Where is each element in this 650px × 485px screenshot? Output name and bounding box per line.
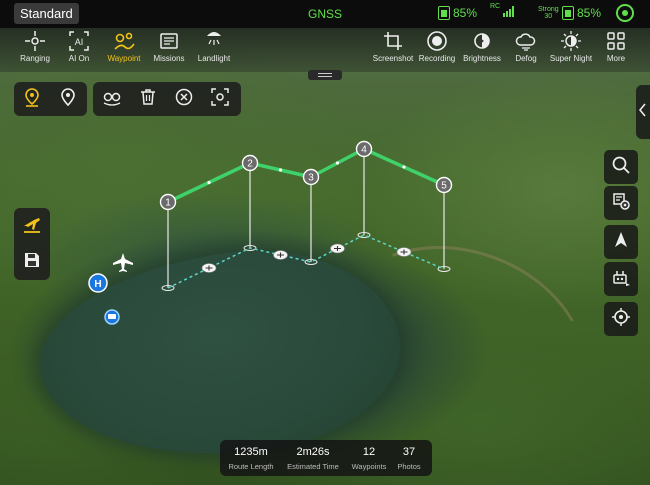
more-button[interactable]: More: [590, 30, 642, 63]
add-waypoint-button[interactable]: [19, 86, 45, 112]
rc-battery-value: 85%: [453, 6, 478, 20]
estimated-time-label: Estimated Time: [287, 462, 339, 471]
ranging-label: Ranging: [20, 54, 50, 63]
save-icon: [22, 250, 42, 275]
estimated-time-stat: 2m26s Estimated Time: [280, 446, 346, 471]
missions-label: Missions: [153, 54, 185, 63]
takeoff-button[interactable]: [19, 213, 45, 239]
clear-button[interactable]: [171, 86, 197, 112]
toolbar-collapse-handle[interactable]: [308, 70, 342, 80]
frame-icon: [210, 87, 230, 112]
more-label: More: [606, 54, 626, 63]
more-icon: [590, 30, 642, 52]
aircraft-battery-value: 85%: [577, 6, 602, 20]
locate-icon: [611, 307, 631, 332]
route-length-value: 1235m: [234, 446, 268, 458]
waypoints-stat: 12 Waypoints: [348, 446, 390, 471]
signal-bars-icon: [503, 6, 515, 17]
rc-signal: RC: [490, 3, 515, 17]
route-stats-panel: 1235m Route Length 2m26s Estimated Time …: [220, 440, 432, 476]
locate-button[interactable]: [604, 302, 638, 336]
photos-stat: 37 Photos: [392, 446, 426, 471]
compass-icon: [611, 230, 631, 255]
defog-label: Defog: [515, 54, 537, 63]
search-button[interactable]: [604, 150, 638, 184]
waypoint-edit-panel: [93, 82, 241, 116]
waypoint-label: Waypoint: [107, 54, 141, 63]
photos-count-label: Photos: [397, 462, 421, 471]
photos-count-value: 37: [402, 446, 416, 458]
status-bar: Standard GNSS 85% RC Strong 30 85%: [0, 0, 650, 28]
clear-icon: [174, 87, 194, 112]
screenshot-label: Screenshot: [372, 54, 414, 63]
brightness-label: Brightness: [463, 54, 501, 63]
link-strength-label: Strong: [538, 6, 559, 13]
recording-label: Recording: [418, 54, 456, 63]
add-poi-button[interactable]: [55, 86, 81, 112]
route-settings-button[interactable]: [604, 186, 638, 220]
aircraft-settings-icon: [611, 267, 631, 292]
link-icon: [102, 87, 122, 112]
landlight-icon: [188, 30, 240, 52]
waypoints-count-label: Waypoints: [351, 462, 387, 471]
super-night-label: Super Night: [549, 54, 593, 63]
aircraft-battery-icon: [562, 6, 574, 20]
route-settings-icon: [611, 191, 631, 216]
frame-button[interactable]: [207, 86, 233, 112]
search-icon: [611, 155, 631, 180]
aircraft-battery: 85%: [562, 6, 601, 20]
save-button[interactable]: [19, 249, 45, 275]
compass-button[interactable]: [604, 225, 638, 259]
chevron-left-icon: [638, 102, 647, 122]
landlight-label: Landlight: [197, 54, 231, 63]
battery-icon: [438, 6, 450, 20]
settings-icon[interactable]: [616, 4, 634, 22]
landlight-button[interactable]: Landlight: [188, 30, 240, 63]
link-button[interactable]: [99, 86, 125, 112]
ai-label: AI On: [68, 54, 90, 63]
route-length-stat: 1235m Route Length: [226, 446, 276, 471]
camera-toolbar: Ranging AI AI On Waypoint Missions Landl…: [0, 28, 650, 72]
waypoints-count-value: 12: [362, 446, 376, 458]
waypoint-add-panel: [14, 82, 87, 116]
estimated-time-value: 2m26s: [296, 446, 330, 458]
add-waypoint-icon: [22, 87, 42, 112]
delete-icon: [138, 87, 158, 112]
svg-text:AI: AI: [75, 37, 84, 47]
rc-signal-tag: RC: [490, 3, 501, 10]
route-length-label: Route Length: [228, 462, 274, 471]
delete-button[interactable]: [135, 86, 161, 112]
rc-battery: 85%: [438, 6, 477, 20]
side-panel-toggle[interactable]: [636, 85, 650, 139]
takeoff-icon: [22, 214, 42, 239]
link-strength: Strong 30: [538, 6, 559, 20]
aircraft-settings-button[interactable]: [604, 262, 638, 296]
add-poi-icon: [58, 87, 78, 112]
left-action-panel: [14, 208, 50, 280]
link-strength-value: 30: [544, 13, 553, 20]
